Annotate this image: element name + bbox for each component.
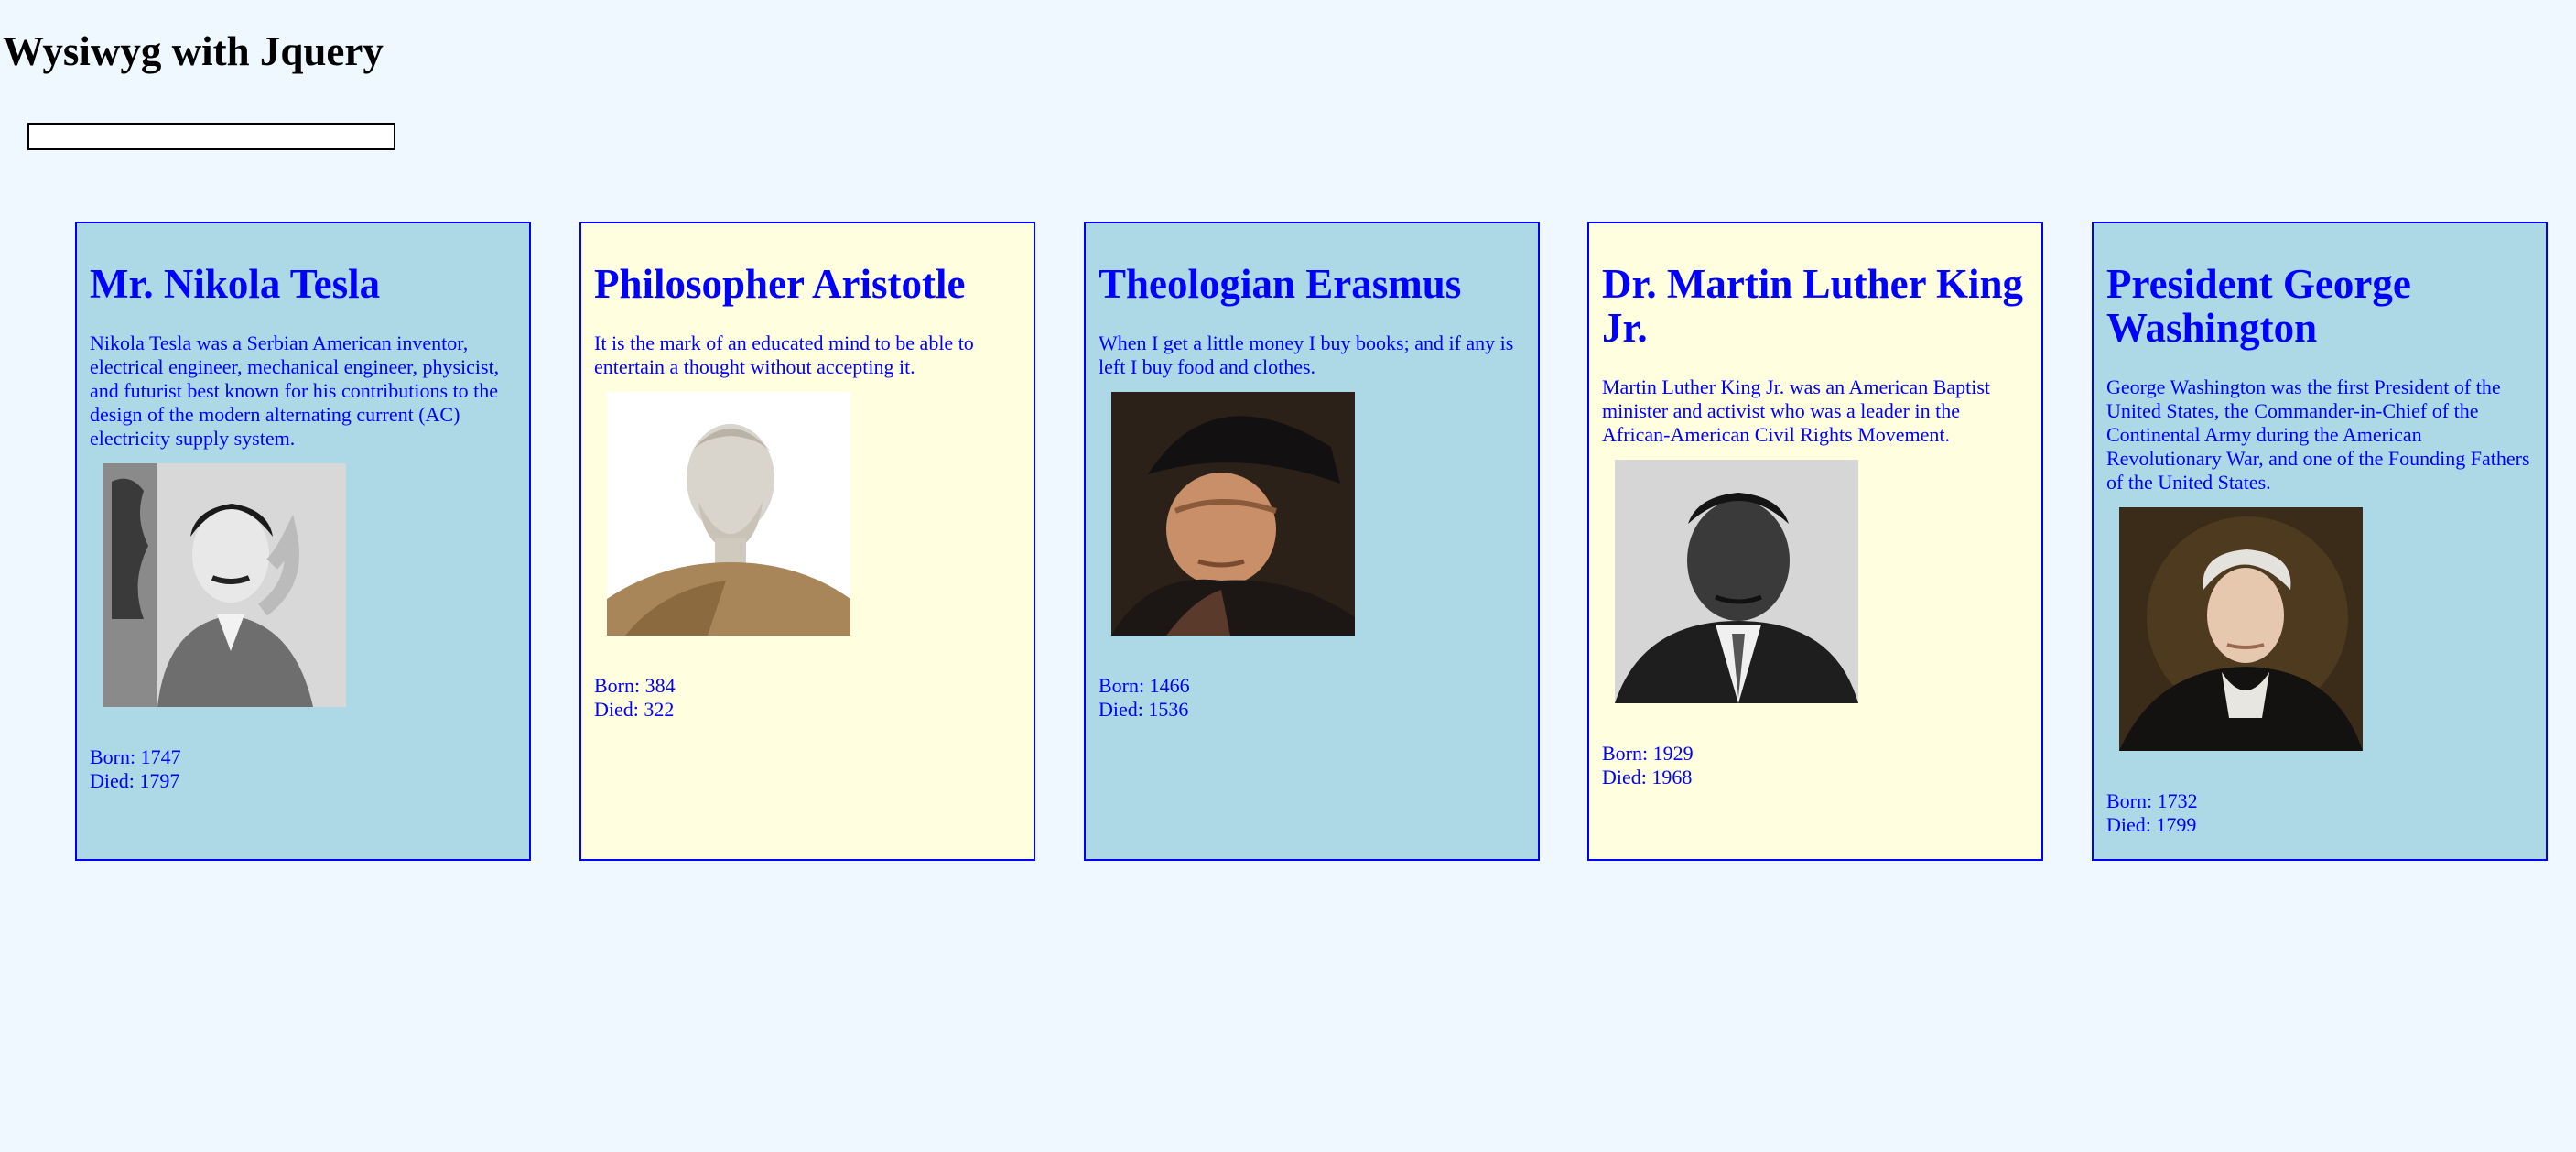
nikola-tesla-portrait	[103, 463, 346, 707]
died-year: Died: 322	[594, 698, 675, 721]
born-year: Born: 1747	[90, 745, 181, 768]
aristotle-bust-portrait	[607, 392, 850, 636]
erasmus-portrait	[1111, 392, 1355, 636]
died-year: Died: 1799	[2106, 813, 2197, 836]
person-card-tesla[interactable]: Mr. Nikola Tesla Nikola Tesla was a Serb…	[75, 222, 531, 861]
person-card-erasmus[interactable]: Theologian Erasmus When I get a little m…	[1084, 222, 1540, 861]
card-description: Martin Luther King Jr. was an American B…	[1602, 375, 1991, 446]
card-title: Theologian Erasmus	[1099, 261, 1462, 307]
card-title: Dr. Martin Luther King Jr.	[1602, 261, 2024, 351]
person-card-martin-luther-king[interactable]: Dr. Martin Luther King Jr. Martin Luther…	[1587, 222, 2043, 861]
born-year: Born: 1466	[1099, 674, 1190, 697]
died-year: Died: 1968	[1602, 766, 1693, 788]
page-title: Wysiwyg with Jquery	[3, 28, 384, 74]
card-title: Philosopher Aristotle	[594, 261, 966, 307]
martin-luther-king-portrait	[1615, 460, 1858, 703]
card-description: When I get a little money I buy books; a…	[1099, 331, 1514, 378]
born-year: Born: 1929	[1602, 742, 1694, 765]
died-year: Died: 1536	[1099, 698, 1189, 721]
card-description: Nikola Tesla was a Serbian American inve…	[90, 331, 500, 450]
person-card-george-washington[interactable]: President George Washington George Washi…	[2092, 222, 2548, 861]
card-title: Mr. Nikola Tesla	[90, 261, 381, 307]
born-year: Born: 1732	[2106, 789, 2198, 812]
died-year: Died: 1797	[90, 769, 180, 792]
person-card-aristotle[interactable]: Philosopher Aristotle It is the mark of …	[579, 222, 1035, 861]
card-description: It is the mark of an educated mind to be…	[594, 331, 974, 378]
george-washington-portrait	[2119, 507, 2363, 751]
born-year: Born: 384	[594, 674, 676, 697]
card-title: President George Washington	[2106, 261, 2411, 351]
search-input[interactable]	[27, 123, 395, 150]
card-description: George Washington was the first Presiden…	[2106, 375, 2530, 494]
